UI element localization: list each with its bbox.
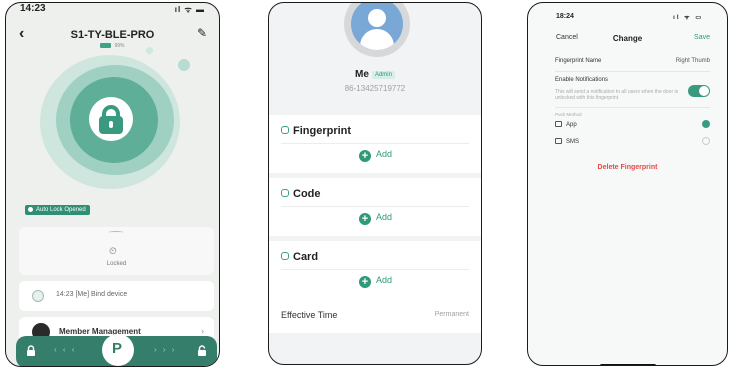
divider (281, 269, 469, 270)
divider (555, 107, 710, 108)
member-name-text: Me (355, 69, 369, 80)
user-avatar-icon (351, 3, 403, 50)
code-section: Code + Add (269, 178, 481, 236)
chevron-right-icon: › (201, 326, 204, 336)
add-code-label: Add (376, 212, 393, 222)
arrows-left: ‹ ‹ ‹ (54, 345, 77, 354)
device-title: S1-TY-BLE-PRO (70, 29, 155, 41)
code-title-text: Code (293, 188, 321, 200)
fingerprint-name-row[interactable]: Fingerprint Name Right Thumb (555, 58, 710, 64)
member-management-label: Member Management (59, 327, 141, 336)
effective-time-label: Effective Time (281, 310, 338, 320)
plus-icon: + (359, 150, 371, 162)
fingerprint-section-title: Fingerprint (281, 125, 351, 137)
home-indicator (600, 364, 656, 365)
arrows-right: › › › (154, 345, 177, 354)
add-fingerprint-button[interactable]: + Add (359, 149, 392, 162)
battery-indicator: 99% (6, 43, 219, 49)
app-icon (555, 121, 562, 127)
lock-state-card[interactable]: ⏲ Locked (19, 227, 214, 275)
member-detail-screen: Me Admin 86-13425719772 Fingerprint + Add … (268, 2, 482, 365)
status-icons: ıl ᯤ ▭ (673, 15, 703, 21)
notification-description: This will send a notification to all use… (555, 89, 679, 101)
member-phone: 86-13425719772 (344, 84, 406, 93)
status-time: 14:23 (20, 3, 46, 14)
unlock-knob[interactable]: P (102, 334, 134, 366)
lock-state-icon: ⏲ (109, 246, 117, 257)
status-bar: 14:23 ıl ᯤ ▬ (6, 3, 219, 17)
status-time: 18:24 (556, 13, 574, 20)
fingerprint-edit-screen: 18:24 ıl ᯤ ▭ Cancel Change Save Fingerpr… (527, 2, 728, 366)
save-button[interactable]: Save (694, 34, 710, 41)
enable-notifications-toggle[interactable] (688, 85, 710, 97)
bell-icon (32, 290, 44, 302)
key-icon: P (112, 340, 123, 357)
battery-level: 99% (114, 43, 125, 49)
admin-badge: Admin (371, 71, 395, 79)
push-method-app-label: App (566, 122, 577, 128)
member-name: Me Admin (269, 69, 481, 80)
toggle-knob (699, 86, 709, 96)
record-item[interactable]: 14:23 [Me] Bind device (19, 281, 214, 311)
push-method-label: Push Method (555, 112, 582, 117)
lock-closed-icon (27, 345, 35, 356)
lock-icon (99, 116, 123, 134)
fingerprint-name-value[interactable]: Right Thumb (676, 58, 710, 64)
record-text: 14:23 [Me] Bind device (56, 291, 128, 298)
fingerprint-icon (281, 126, 289, 134)
lock-glow-dot-small (146, 47, 153, 54)
delete-fingerprint-button[interactable]: Delete Fingerprint (528, 164, 727, 171)
avatar[interactable] (344, 3, 410, 57)
divider (555, 71, 710, 72)
lock-state-label: Locked (106, 261, 127, 267)
card-section-title: Card (281, 251, 318, 263)
code-icon (281, 189, 289, 197)
lock-status-button[interactable] (89, 97, 133, 141)
status-icons: ıl ᯤ ▬ (174, 5, 205, 14)
fingerprint-name-label: Fingerprint Name (555, 58, 602, 64)
check-unselected-icon[interactable] (702, 137, 710, 145)
slide-to-unlock-bar[interactable]: ‹ ‹ ‹ P › › › (16, 334, 217, 366)
card-icon (281, 252, 289, 260)
card-title-text: Card (293, 251, 319, 263)
divider (281, 143, 469, 144)
push-method-sms-label: SMS (566, 139, 580, 145)
add-card-button[interactable]: + Add (359, 275, 392, 288)
edit-icon[interactable]: ✎ (197, 26, 207, 40)
divider (281, 206, 469, 207)
sms-icon (555, 138, 562, 144)
lock-detail-screen: 14:23 ıl ᯤ ▬ ‹ S1-TY-BLE-PRO ✎ 99% Auto … (5, 2, 220, 367)
effective-time-row[interactable]: Effective Time Permanent (269, 299, 481, 333)
add-fingerprint-label: Add (376, 149, 393, 159)
battery-icon (100, 43, 112, 49)
auto-lock-badge: Auto Lock Opened (25, 205, 90, 216)
add-code-button[interactable]: + Add (359, 212, 392, 225)
code-section-title: Code (281, 188, 321, 200)
check-selected-icon[interactable] (702, 120, 710, 128)
auto-lock-badge-label: Auto Lock Opened (36, 207, 86, 214)
plus-icon: + (359, 213, 371, 225)
push-method-sms[interactable]: SMS (555, 137, 710, 145)
fingerprint-section: Fingerprint + Add (269, 115, 481, 173)
push-method-app[interactable]: App (555, 120, 710, 128)
plus-icon: + (359, 276, 371, 288)
lock-glow-dot (178, 59, 190, 71)
fingerprint-title-text: Fingerprint (293, 125, 352, 137)
info-dot-icon (28, 207, 33, 212)
effective-time-value: Permanent (434, 311, 469, 318)
add-card-label: Add (376, 275, 393, 285)
card-section: Card + Add (269, 241, 481, 299)
enable-notifications-label: Enable Notifications (555, 77, 609, 83)
lock-open-icon (198, 345, 206, 356)
drag-handle[interactable] (108, 231, 124, 234)
